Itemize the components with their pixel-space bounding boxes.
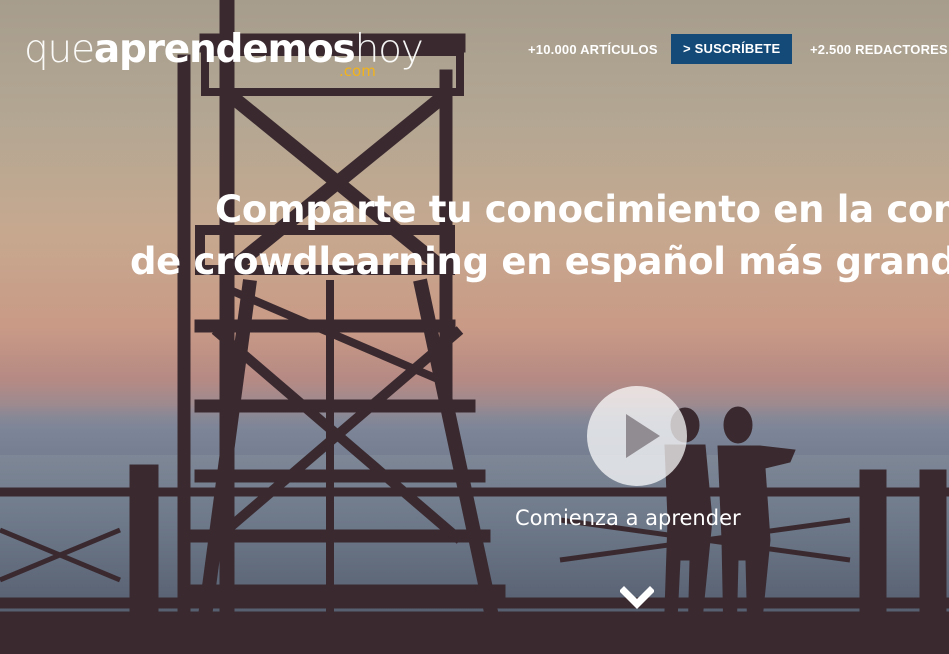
play-button[interactable] — [587, 386, 687, 486]
subscribe-button[interactable]: > SUSCRÍBETE — [671, 34, 793, 64]
headline-line-2: de crowdlearning en español más grande d… — [130, 240, 949, 283]
hero-background: queaprendemoshoy .com +10.000 ARTÍCULOS … — [0, 0, 949, 654]
nav-articles-link[interactable]: +10.000 ARTÍCULOS — [528, 34, 658, 64]
headline-line-1: Comparte tu conocimiento en la comunidad — [215, 188, 949, 231]
logo-dotcom: .com — [339, 62, 376, 80]
site-logo[interactable]: queaprendemoshoy .com — [24, 27, 424, 79]
logo-aprendemos: aprendemos — [93, 27, 356, 72]
lifeguard-tower-silhouette — [0, 0, 949, 654]
chevron-down-icon[interactable] — [620, 586, 654, 610]
nav-writers-link[interactable]: +2.500 REDACTORES — [810, 34, 948, 64]
logo-que: que — [24, 27, 95, 72]
play-icon — [626, 414, 660, 458]
start-learning-link[interactable]: Comienza a aprender — [515, 506, 741, 530]
